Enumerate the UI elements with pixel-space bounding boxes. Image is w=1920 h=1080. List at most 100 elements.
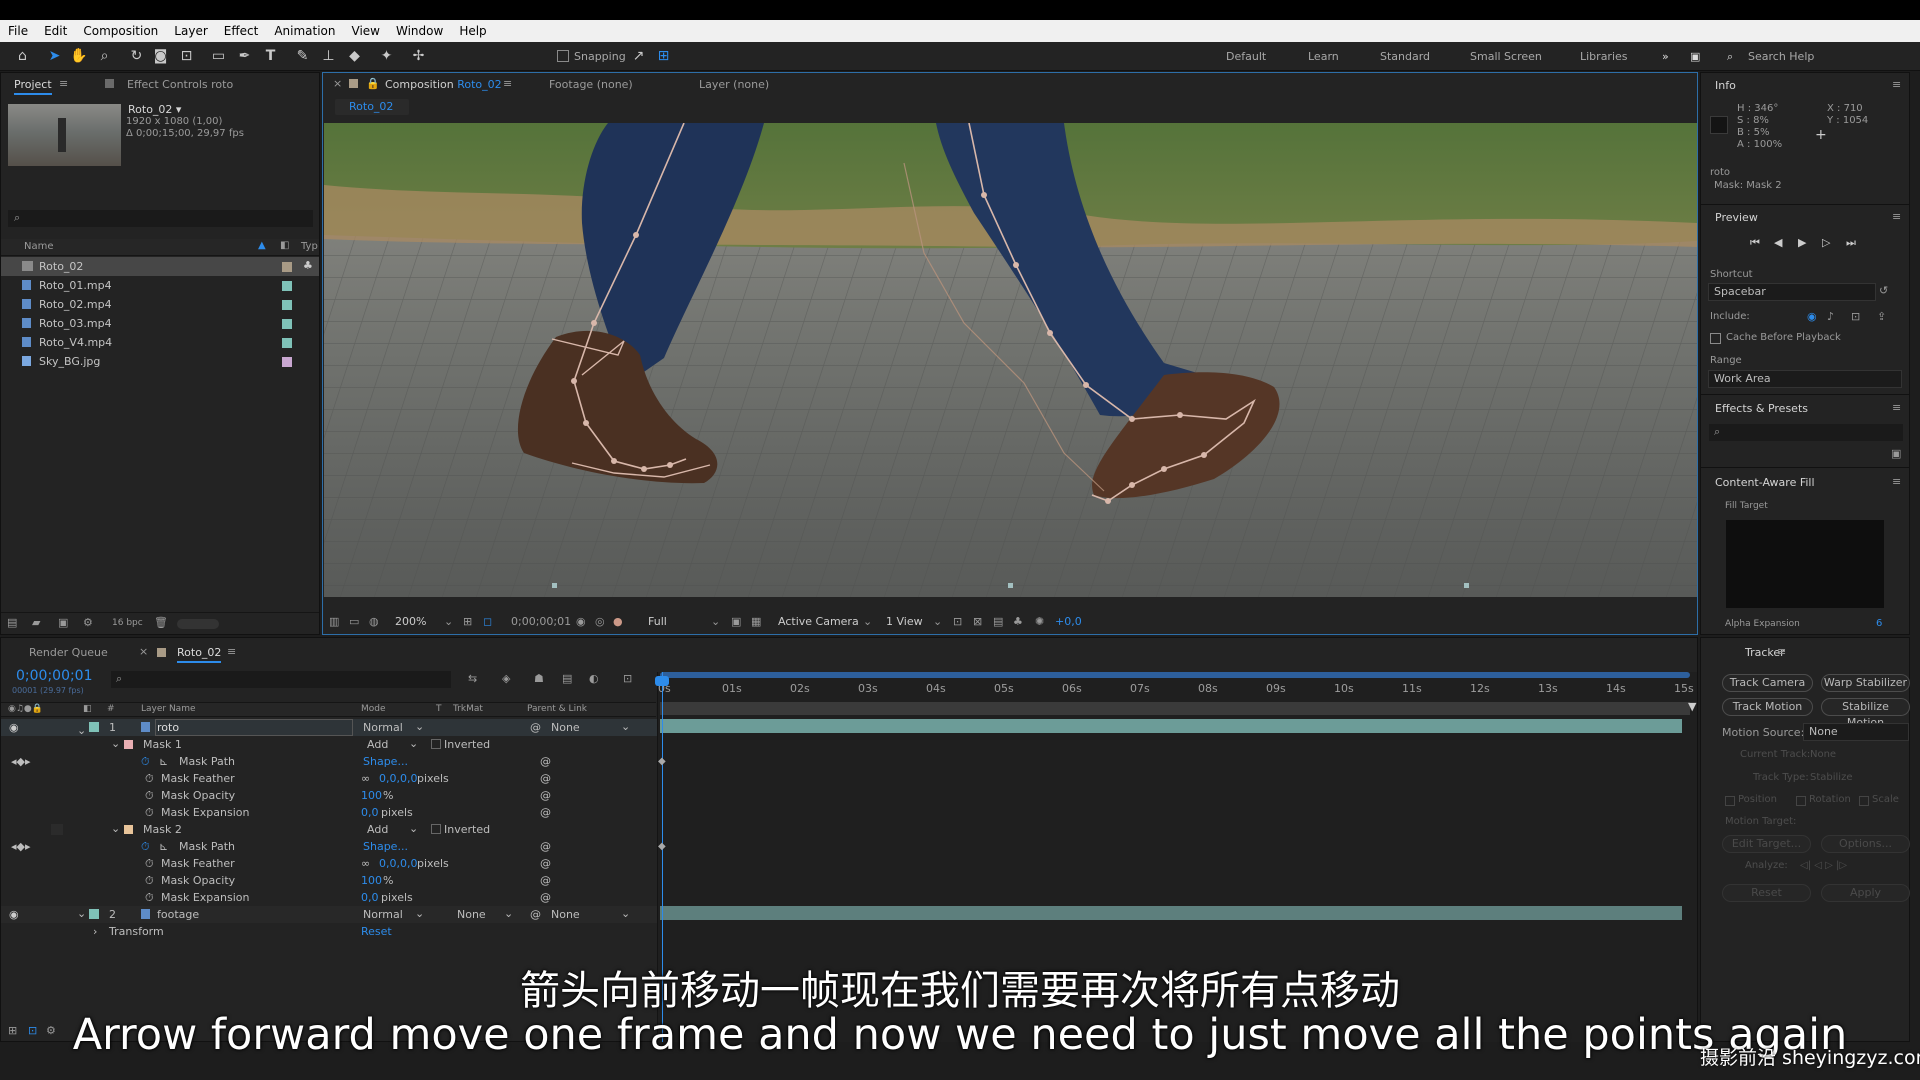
mask1-opacity-value[interactable]: 100 bbox=[361, 789, 382, 802]
pick-whip-icon[interactable]: @ bbox=[530, 908, 541, 921]
mask2-row[interactable]: ⌄ Mask 2 Add ⌄ Inverted bbox=[1, 821, 661, 838]
tab-effect-controls[interactable]: Effect Controls roto bbox=[127, 78, 233, 91]
tab-footage[interactable]: Footage (none) bbox=[549, 78, 633, 91]
breadcrumb-item[interactable]: Roto_02 bbox=[349, 100, 393, 113]
menu-composition[interactable]: Composition bbox=[75, 24, 166, 38]
panel-menu-icon[interactable]: ≡ bbox=[1777, 645, 1786, 658]
clone-stamp-icon[interactable]: ⊥ bbox=[320, 48, 337, 65]
panel-menu-icon[interactable]: ≡ bbox=[1892, 78, 1901, 91]
layer-row-footage[interactable]: ◉ ⌄ 2 footage Normal ⌄ None ⌄ @ None ⌄ bbox=[1, 906, 661, 923]
comp-end-marker-icon[interactable]: ▼ bbox=[1688, 700, 1696, 713]
show-snapshot-icon[interactable]: ◎ bbox=[595, 615, 605, 628]
expression-icon[interactable]: @ bbox=[540, 874, 551, 887]
resolution-select[interactable]: Full bbox=[648, 615, 667, 628]
mask1-feather-value[interactable]: 0,0,0,0 bbox=[379, 772, 417, 785]
track-camera-button[interactable]: Track Camera bbox=[1722, 674, 1813, 692]
warp-stabilizer-button[interactable]: Warp Stabilizer bbox=[1821, 674, 1910, 692]
mask1-row[interactable]: ⌄ Mask 1 Add ⌄ Inverted bbox=[1, 736, 661, 753]
play-icon[interactable]: ▶ bbox=[1798, 236, 1806, 249]
mask1-name[interactable]: Mask 1 bbox=[143, 738, 182, 751]
mask2-feather-row[interactable]: ⏱ Mask Feather ∞ 0,0,0,0 pixels @ bbox=[1, 855, 661, 872]
menu-layer[interactable]: Layer bbox=[166, 24, 215, 38]
col-t[interactable]: T bbox=[436, 704, 442, 714]
panel-menu-icon[interactable]: ≡ bbox=[1892, 475, 1901, 488]
keyframe-icon[interactable]: ◆ bbox=[658, 841, 666, 852]
keyframe-nav-icon[interactable]: ◂◆▸ bbox=[11, 755, 31, 768]
mask2-expansion-row[interactable]: ⏱ Mask Expansion 0,0 pixels @ bbox=[1, 889, 661, 906]
panel-menu-icon[interactable]: ≡ bbox=[503, 77, 512, 90]
next-frame-icon[interactable]: ▷ bbox=[1822, 236, 1830, 249]
close-tab-icon[interactable]: × bbox=[333, 77, 342, 90]
interpret-footage-icon[interactable]: ▤ bbox=[7, 616, 17, 629]
expression-icon[interactable]: @ bbox=[540, 755, 551, 768]
chevron-down-icon[interactable]: ⌄ bbox=[111, 737, 120, 750]
workspace-small-screen[interactable]: Small Screen bbox=[1470, 50, 1542, 63]
mask-color-swatch[interactable] bbox=[124, 740, 133, 749]
snap-icon[interactable]: ↗ bbox=[630, 48, 647, 65]
mask1-feather-row[interactable]: ⏱ Mask Feather ∞ 0,0,0,0 pixels @ bbox=[1, 770, 661, 787]
stopwatch-icon[interactable]: ⏱ bbox=[145, 874, 154, 888]
frame-blending-icon[interactable]: ▤ bbox=[562, 672, 572, 685]
views-select[interactable]: 1 View bbox=[886, 615, 923, 628]
expression-icon[interactable]: @ bbox=[540, 806, 551, 819]
audio-toggle-icon[interactable]: ♪ bbox=[1827, 310, 1834, 323]
label-swatch[interactable] bbox=[282, 300, 292, 310]
chevron-down-icon[interactable]: ⌄ bbox=[711, 615, 720, 628]
layer-mode[interactable]: Normal bbox=[363, 908, 403, 921]
settings-icon[interactable]: ⚙ bbox=[83, 616, 93, 629]
snapping-checkbox[interactable] bbox=[557, 50, 569, 62]
eraser-icon[interactable]: ◆ bbox=[346, 48, 363, 65]
layer-row-roto[interactable]: ◉ ⌄ 1 roto Normal ⌄ @ None ⌄ bbox=[1, 719, 661, 737]
transparency-grid-icon[interactable]: ▦ bbox=[751, 615, 761, 628]
mask-visibility-icon[interactable]: ◻ bbox=[483, 615, 492, 628]
text-tool-icon[interactable]: T bbox=[262, 48, 279, 65]
chevron-down-icon[interactable]: ⌄ bbox=[409, 822, 418, 835]
eye-icon[interactable]: ◉ bbox=[9, 721, 19, 734]
label-swatch[interactable] bbox=[282, 319, 292, 329]
reset-icon[interactable]: ↺ bbox=[1879, 284, 1888, 297]
chevron-down-icon[interactable]: ⌄ bbox=[77, 907, 86, 920]
mask1-path-row[interactable]: ◂◆▸ ⏱ ⊾ Mask Path Shape... @ bbox=[1, 753, 661, 770]
zoom-tool-icon[interactable]: ⌕ bbox=[96, 48, 113, 65]
link-icon[interactable]: ∞ bbox=[361, 772, 370, 785]
timeline-icon[interactable]: ▤ bbox=[993, 615, 1003, 628]
shy-layers-icon[interactable]: ☗ bbox=[534, 672, 544, 685]
col-parent[interactable]: Parent & Link bbox=[527, 704, 587, 714]
draft-3d-icon[interactable]: ◈ bbox=[502, 672, 510, 685]
flow-icon[interactable]: ♣ bbox=[303, 259, 313, 272]
col-name[interactable]: Name bbox=[24, 241, 54, 252]
layer-search-input[interactable]: ⌕ bbox=[111, 671, 451, 688]
tab-composition[interactable]: Composition Roto_02 bbox=[385, 78, 502, 91]
layer-parent[interactable]: None bbox=[551, 721, 580, 734]
current-time-display[interactable]: 0;00;00;01 bbox=[511, 615, 571, 628]
menu-animation[interactable]: Animation bbox=[266, 24, 343, 38]
keyframe-icon[interactable]: ◆ bbox=[658, 756, 666, 767]
region-of-interest-icon[interactable]: ▣ bbox=[731, 615, 741, 628]
label-swatch[interactable] bbox=[282, 357, 292, 367]
pen-tool-icon[interactable]: ✒ bbox=[236, 48, 253, 65]
expression-icon[interactable]: @ bbox=[540, 789, 551, 802]
layer-trkmat[interactable]: None bbox=[457, 908, 486, 921]
video-toggle-icon[interactable]: ◉ bbox=[1807, 310, 1817, 323]
overlays-toggle-icon[interactable]: ⊡ bbox=[1851, 310, 1860, 323]
stopwatch-icon[interactable]: ⏱ bbox=[145, 891, 154, 905]
project-item-rotov4-mp4[interactable]: Roto_V4.mp4 bbox=[1, 333, 319, 352]
col-layer-name[interactable]: Layer Name bbox=[141, 704, 196, 714]
timeline-timecode[interactable]: 0;00;00;01 bbox=[16, 668, 93, 684]
menu-file[interactable]: File bbox=[0, 24, 36, 38]
label-swatch[interactable] bbox=[282, 338, 292, 348]
graph-editor-icon[interactable]: ⊡ bbox=[623, 672, 632, 685]
monitor-icon[interactable]: ▭ bbox=[349, 615, 359, 628]
export-icon[interactable]: ⇪ bbox=[1877, 310, 1886, 323]
link-icon[interactable]: ∞ bbox=[361, 857, 370, 870]
tab-project[interactable]: Project bbox=[14, 78, 52, 95]
menu-effect[interactable]: Effect bbox=[216, 24, 267, 38]
layer-bar-footage[interactable] bbox=[660, 906, 1682, 920]
breadcrumb[interactable]: Roto_02 bbox=[335, 99, 409, 115]
composition-mini-flowchart-icon[interactable]: ⇆ bbox=[468, 672, 477, 685]
previous-frame-icon[interactable]: ◀ bbox=[1774, 236, 1782, 249]
snapshot-icon[interactable]: ◉ bbox=[576, 615, 586, 628]
tab-layer[interactable]: Layer (none) bbox=[699, 78, 769, 91]
effects-search-input[interactable]: ⌕ bbox=[1709, 424, 1903, 441]
camera-tool-icon[interactable]: ◙ bbox=[152, 48, 169, 65]
